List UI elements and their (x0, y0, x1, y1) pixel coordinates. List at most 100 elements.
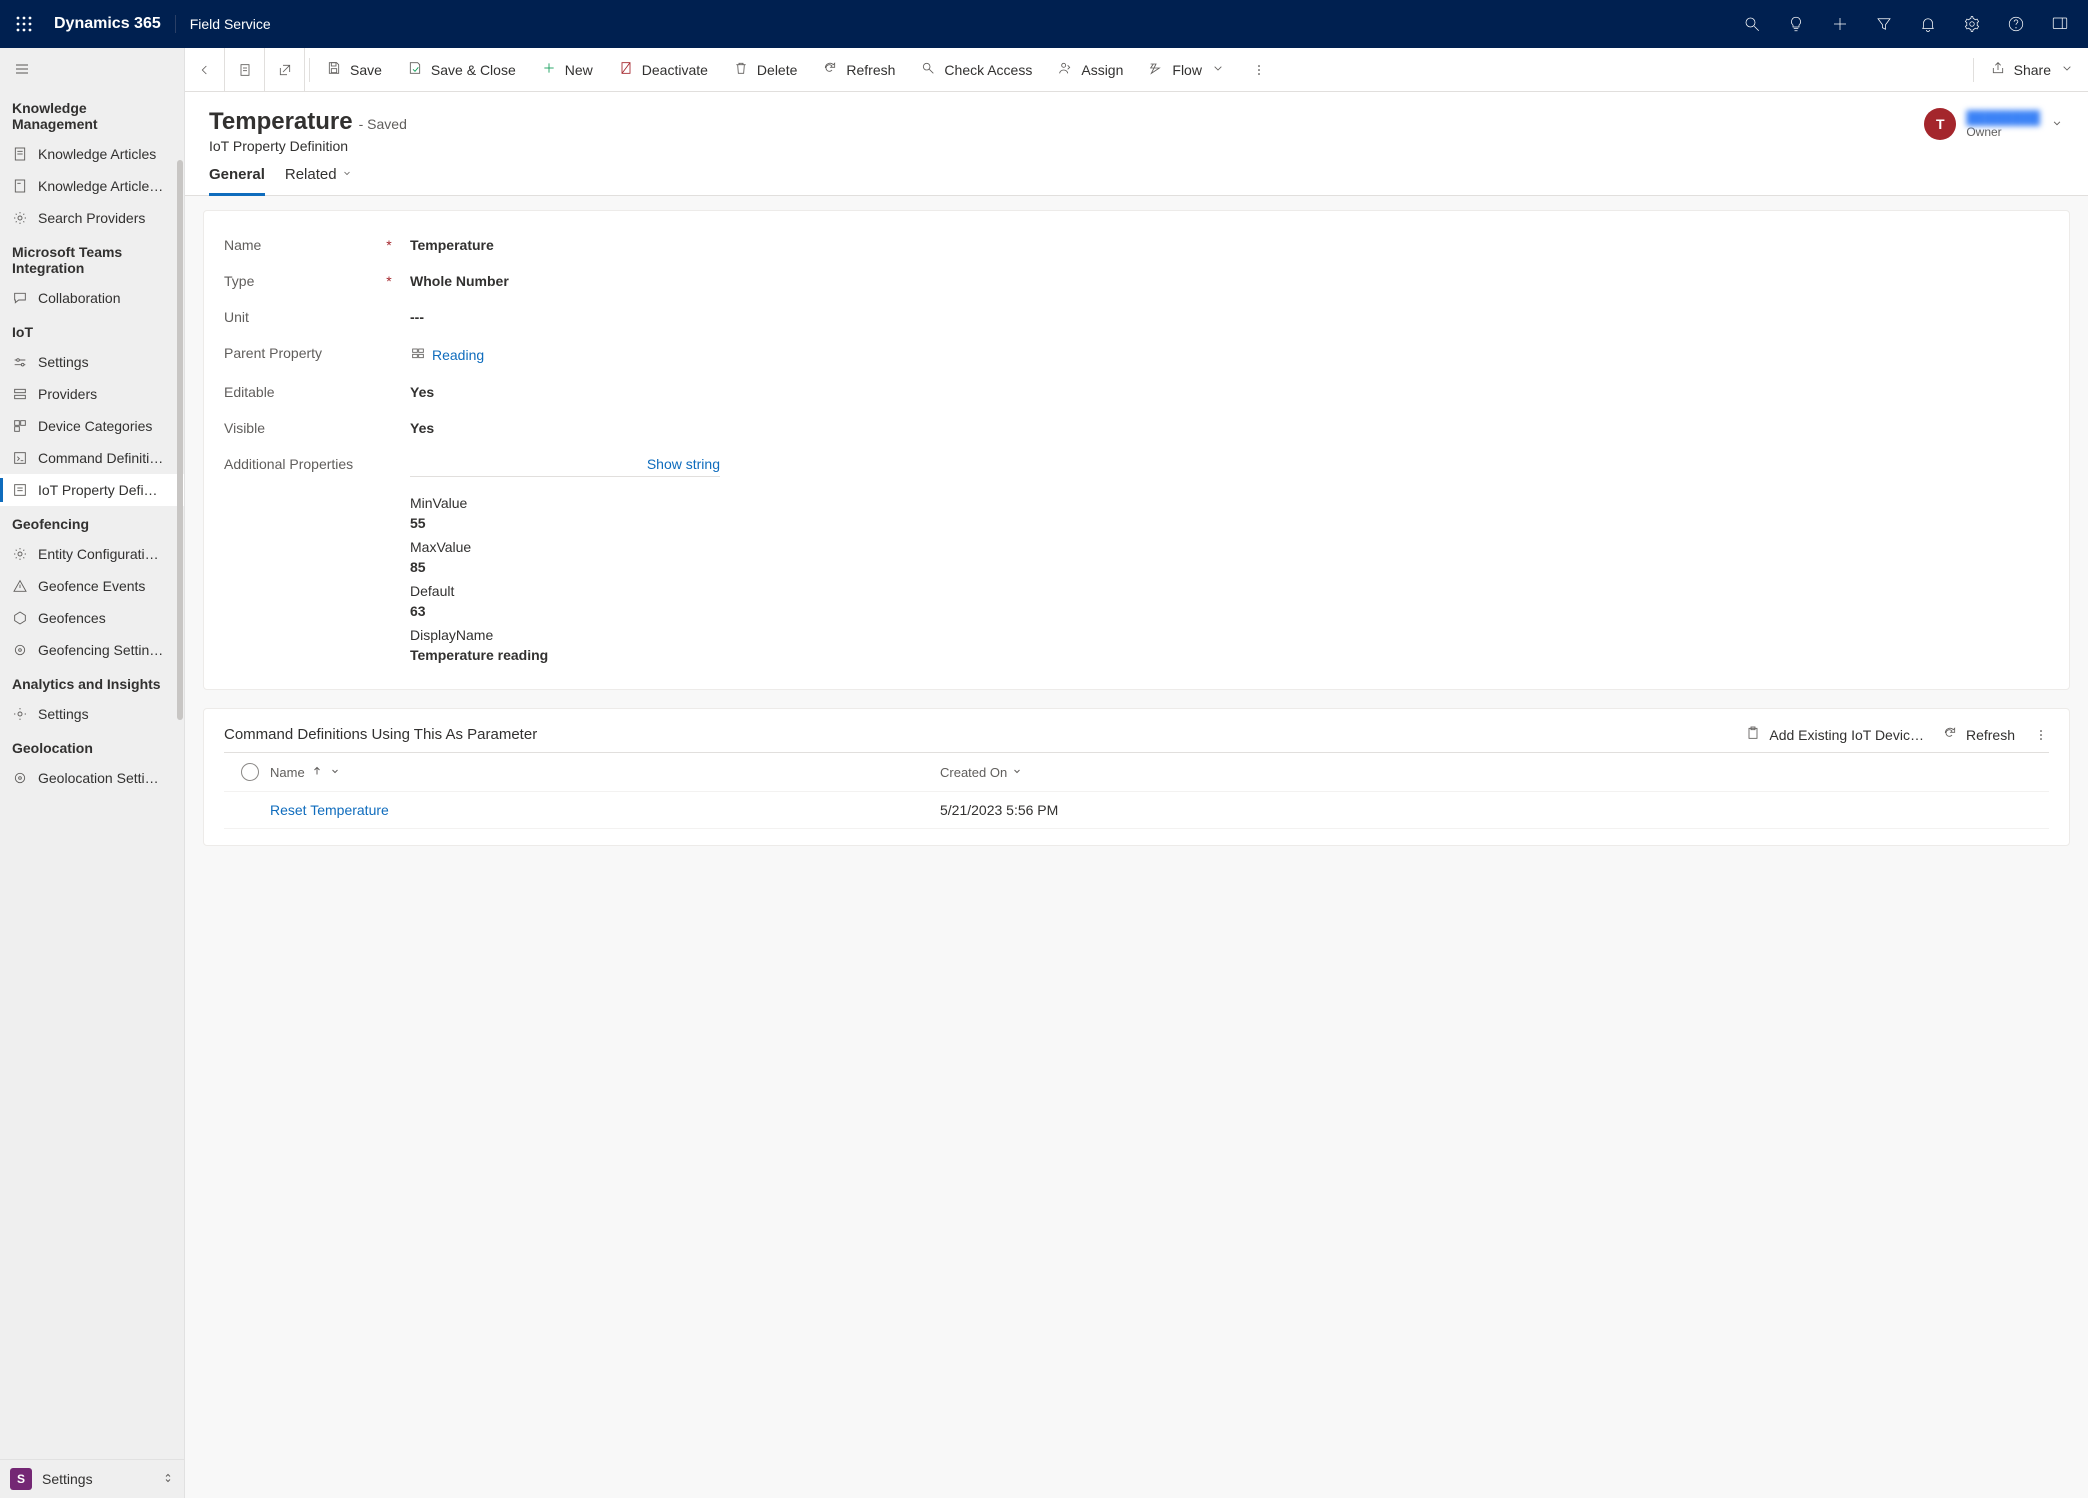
app-launcher-icon[interactable] (8, 8, 40, 40)
sidebar-group-geofencing: Geofencing (0, 506, 184, 538)
field-value-parent[interactable]: Reading (410, 345, 484, 364)
refresh-icon (822, 60, 838, 79)
delete-button[interactable]: Delete (721, 48, 810, 92)
area-expand-icon[interactable] (162, 1471, 174, 1488)
field-value-unit[interactable]: --- (410, 309, 424, 325)
area-badge: S (10, 1468, 32, 1490)
flow-icon (1148, 60, 1164, 79)
open-record-set-button[interactable] (225, 48, 265, 92)
sidebar-item-search-providers[interactable]: Search Providers (0, 202, 184, 234)
share-icon (1990, 60, 2006, 79)
sidebar-item-providers[interactable]: Providers (0, 378, 184, 410)
settings-icon[interactable] (1952, 4, 1992, 44)
field-value-name[interactable]: Temperature (410, 237, 494, 253)
sidebar-item-geofencing-settings[interactable]: Geofencing Settin… (0, 634, 184, 666)
show-string-link[interactable]: Show string (647, 456, 720, 472)
assistant-panel-icon[interactable] (2040, 4, 2080, 44)
sidebar-item-geolocation-settings[interactable]: Geolocation Setti… (0, 762, 184, 794)
save-button[interactable]: Save (314, 48, 395, 92)
refresh-button[interactable]: Refresh (810, 48, 908, 92)
filter-icon[interactable] (1864, 4, 1904, 44)
field-label-editable: Editable (224, 384, 275, 400)
prop-key-default: Default (410, 583, 720, 599)
target-icon (12, 642, 28, 658)
subgrid-more-button[interactable] (2033, 727, 2049, 743)
owner-name: ████████ (1966, 110, 2040, 125)
subgrid-refresh-button[interactable]: Refresh (1942, 725, 2015, 744)
sidebar-item-iot-settings[interactable]: Settings (0, 346, 184, 378)
sidebar-item-command-definitions[interactable]: Command Definiti… (0, 442, 184, 474)
field-value-type[interactable]: Whole Number (410, 273, 509, 289)
prop-val-display[interactable]: Temperature reading (410, 647, 720, 663)
chevron-down-icon[interactable] (1011, 765, 1023, 780)
owner-label: Owner (1966, 125, 2040, 139)
add-icon[interactable] (1820, 4, 1860, 44)
notifications-icon[interactable] (1908, 4, 1948, 44)
new-button[interactable]: New (529, 48, 606, 92)
record-title: Temperature (209, 108, 353, 136)
warning-icon (12, 578, 28, 594)
location-icon (12, 770, 28, 786)
open-new-window-button[interactable] (265, 48, 305, 92)
sidebar-item-entity-config[interactable]: Entity Configurati… (0, 538, 184, 570)
assign-button[interactable]: Assign (1045, 48, 1136, 92)
sidebar-item-device-categories[interactable]: Device Categories (0, 410, 184, 442)
sidebar-item-knowledge-article-templates[interactable]: Knowledge Article… (0, 170, 184, 202)
field-value-visible[interactable]: Yes (410, 420, 434, 436)
tab-general[interactable]: General (209, 154, 265, 195)
field-label-type: Type (224, 273, 254, 289)
providers-icon (12, 386, 28, 402)
settings-small-icon (12, 354, 28, 370)
command-def-icon (12, 450, 28, 466)
record-entity-name: IoT Property Definition (209, 138, 407, 154)
sidebar-scrollbar[interactable] (176, 90, 184, 1459)
chevron-down-icon[interactable] (329, 765, 341, 780)
area-switcher[interactable]: S Settings (0, 1459, 184, 1498)
chevron-down-icon[interactable] (2050, 116, 2064, 133)
col-header-name[interactable]: Name (270, 765, 940, 780)
form-tabs: General Related (185, 154, 2088, 196)
prop-key-display: DisplayName (410, 627, 720, 643)
deactivate-button[interactable]: Deactivate (606, 48, 721, 92)
tab-related[interactable]: Related (285, 154, 353, 195)
site-map: Knowledge Management Knowledge Articles … (0, 48, 185, 1498)
check-access-button[interactable]: Check Access (908, 48, 1045, 92)
sidebar-item-geofence-events[interactable]: Geofence Events (0, 570, 184, 602)
field-label-parent: Parent Property (224, 345, 322, 361)
prop-key-max: MaxValue (410, 539, 720, 555)
help-icon[interactable] (1996, 4, 2036, 44)
field-value-editable[interactable]: Yes (410, 384, 434, 400)
sidebar-item-knowledge-articles[interactable]: Knowledge Articles (0, 138, 184, 170)
field-label-unit: Unit (224, 309, 249, 325)
check-access-icon (920, 60, 936, 79)
share-button[interactable]: Share (1978, 48, 2088, 92)
lightbulb-icon[interactable] (1776, 4, 1816, 44)
back-button[interactable] (185, 48, 225, 92)
brand-label[interactable]: Dynamics 365 (40, 15, 176, 33)
prop-key-min: MinValue (410, 495, 720, 511)
sidebar-item-geofences[interactable]: Geofences (0, 602, 184, 634)
gear-icon (12, 706, 28, 722)
add-existing-button[interactable]: Add Existing IoT Devic… (1745, 725, 1924, 744)
search-icon[interactable] (1732, 4, 1772, 44)
col-header-created[interactable]: Created On (940, 765, 2043, 780)
sidebar-group-analytics: Analytics and Insights (0, 666, 184, 698)
prop-val-min[interactable]: 55 (410, 515, 720, 531)
sidebar-item-iot-property-definitions[interactable]: IoT Property Defi… (0, 474, 184, 506)
gear-icon (12, 546, 28, 562)
sidebar-item-analytics-settings[interactable]: Settings (0, 698, 184, 730)
select-all[interactable] (230, 763, 270, 781)
row-name-link[interactable]: Reset Temperature (270, 802, 940, 818)
sidebar-toggle-icon[interactable] (0, 48, 184, 90)
more-commands-button[interactable] (1239, 48, 1280, 92)
save-close-button[interactable]: Save & Close (395, 48, 529, 92)
prop-val-default[interactable]: 63 (410, 603, 720, 619)
module-label[interactable]: Field Service (190, 16, 271, 32)
sidebar-group-teams: Microsoft Teams Integration (0, 234, 184, 282)
sidebar-item-collaboration[interactable]: Collaboration (0, 282, 184, 314)
grid-row[interactable]: Reset Temperature 5/21/2023 5:56 PM (224, 792, 2049, 829)
prop-val-max[interactable]: 85 (410, 559, 720, 575)
chevron-down-icon (341, 166, 353, 183)
owner-control[interactable]: T ████████ Owner (1924, 108, 2064, 140)
flow-button[interactable]: Flow (1136, 48, 1239, 92)
